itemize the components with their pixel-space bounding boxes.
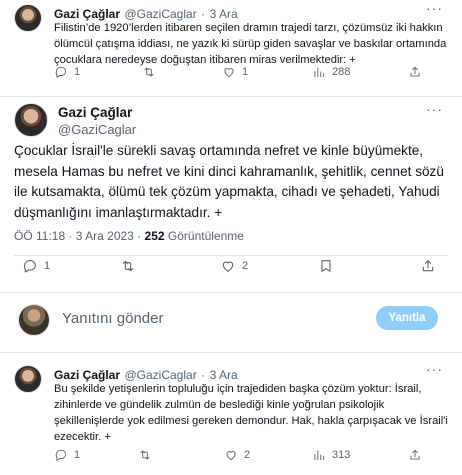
like-icon (226, 451, 236, 461)
share-icon (410, 66, 420, 77)
reply-icon (55, 66, 67, 78)
bookmark-button[interactable] (318, 258, 340, 274)
avatar[interactable] (14, 103, 48, 137)
retweet-button[interactable] (142, 65, 162, 79)
tweet-meta: ÖÖ 11:18 · 3 Ara 2023 · 252 Görüntülenme (14, 229, 244, 243)
share-button[interactable] (408, 65, 422, 79)
divider (0, 292, 462, 293)
views-icon (314, 450, 325, 461)
views-button[interactable]: 288 (312, 65, 350, 79)
views-button[interactable]: 313 (312, 448, 350, 462)
reply-composer: Yanıtını gönder Yanıtla (0, 296, 462, 344)
author-handle[interactable]: @GaziCaglar (124, 7, 196, 21)
views-count: 252 (144, 229, 165, 243)
separator: · (201, 7, 206, 21)
reply-input[interactable]: Yanıtını gönder (62, 310, 163, 327)
separator: · (201, 368, 206, 382)
tweet-previous[interactable]: Gazi Çağlar @GaziCaglar · 3 Ara ··· Fili… (0, 0, 462, 96)
share-button[interactable] (420, 258, 436, 274)
tweet-timestamp[interactable]: ÖÖ 11:18 · 3 Ara 2023 · (14, 229, 141, 243)
reply-button[interactable]: 1 (54, 448, 80, 462)
reply-button[interactable]: 1 (54, 65, 80, 79)
reply-icon (55, 449, 67, 461)
tweet-text: Filistin’de 1920’lerden itibaren seçilen… (54, 22, 447, 66)
reply-count: 1 (74, 66, 81, 78)
reply-icon (23, 260, 36, 273)
author-name[interactable]: Gazi Çağlar (54, 368, 120, 382)
retweet-icon (144, 67, 154, 77)
retweet-icon (140, 450, 150, 460)
reply-button[interactable]: 1 (22, 258, 50, 274)
share-icon (422, 260, 434, 272)
share-button[interactable] (408, 448, 422, 462)
reply-submit-button[interactable]: Yanıtla (376, 306, 438, 330)
like-button[interactable]: 1 (222, 65, 248, 79)
like-count: 2 (244, 449, 251, 461)
views-label: Görüntülenme (167, 229, 244, 243)
like-count: 2 (242, 260, 249, 272)
views-icon (314, 67, 325, 78)
tweet-date[interactable]: 3 Ara (210, 368, 238, 382)
avatar[interactable] (14, 4, 42, 32)
more-icon[interactable]: ··· (426, 0, 443, 16)
tweet-text: Çocuklar İsrail'le sürekli savaş ortamın… (14, 143, 444, 220)
retweet-button[interactable] (120, 258, 142, 274)
reply-count: 1 (44, 260, 51, 272)
like-icon (224, 68, 234, 78)
retweet-button[interactable] (138, 448, 158, 462)
retweet-icon (122, 260, 134, 272)
author-name[interactable]: Gazi Çağlar (54, 7, 120, 21)
tweet-date[interactable]: 3 Ara (210, 7, 238, 21)
like-button[interactable]: 2 (220, 258, 248, 274)
tweet-next[interactable]: Gazi Çağlar @GaziCaglar · 3 Ara ··· Bu ş… (0, 353, 462, 475)
share-icon (410, 449, 420, 460)
reply-count: 1 (74, 449, 81, 461)
more-icon[interactable]: ··· (426, 101, 443, 117)
views-count: 313 (332, 449, 351, 461)
author-handle[interactable]: @GaziCaglar (124, 368, 196, 382)
avatar[interactable] (14, 365, 42, 393)
more-icon[interactable]: ··· (426, 361, 443, 377)
current-user-avatar[interactable] (18, 304, 50, 336)
author-block: Gazi Çağlar @GaziCaglar (58, 105, 136, 137)
like-button[interactable]: 2 (224, 448, 250, 462)
views-count: 288 (332, 66, 351, 78)
like-icon (222, 261, 234, 272)
author-name[interactable]: Gazi Çağlar (58, 105, 136, 120)
author-handle[interactable]: @GaziCaglar (58, 122, 136, 137)
tweet-text: Bu şekilde yetişenlerin topluluğu için t… (54, 383, 448, 443)
like-count: 1 (242, 66, 249, 78)
bookmark-icon (321, 260, 331, 272)
divider (14, 255, 448, 256)
